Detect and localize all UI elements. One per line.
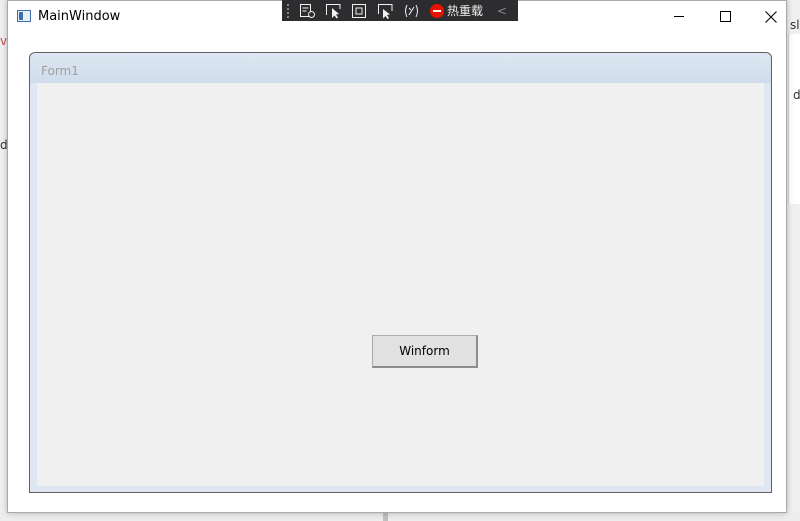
display-adorners-icon <box>351 3 366 18</box>
maximize-icon <box>719 11 731 22</box>
track-focus-button[interactable] <box>376 2 394 19</box>
maximize-button[interactable] <box>702 1 748 32</box>
select-element-button[interactable] <box>324 2 342 19</box>
binding-failures-button[interactable] <box>402 2 420 19</box>
minimize-button[interactable] <box>656 1 702 32</box>
background-text-fragment: d <box>793 88 800 102</box>
binding-failures-icon <box>404 4 418 17</box>
background-bottom-strip <box>0 513 800 521</box>
toolbar-grip[interactable] <box>286 3 290 18</box>
hot-reload-label: 热重载 <box>447 4 484 18</box>
hot-reload-button[interactable]: 热重载 <box>430 2 483 19</box>
live-visual-tree-button[interactable] <box>298 2 316 19</box>
xaml-debug-toolbar: 热重载 < <box>282 0 518 21</box>
track-focus-icon <box>377 3 392 19</box>
minimize-icon <box>673 16 684 17</box>
form1-title-bar[interactable]: Form1 <box>30 53 771 83</box>
window-title: MainWindow <box>38 9 121 24</box>
form1-client-area: Winform <box>37 83 764 486</box>
main-window: MainWindow Form1 Winform <box>7 0 787 513</box>
background-page-edge <box>788 34 800 204</box>
select-element-icon <box>325 3 340 18</box>
close-button[interactable] <box>748 1 794 32</box>
winform-button[interactable]: Winform <box>372 335 478 368</box>
close-icon <box>765 10 777 23</box>
app-icon <box>17 10 31 22</box>
form1-window: Form1 Winform <box>29 52 772 493</box>
form1-title: Form1 <box>41 64 79 78</box>
live-visual-tree-icon <box>299 3 315 18</box>
stop-icon <box>430 3 444 18</box>
collapse-toolbar-icon[interactable]: < <box>497 4 507 18</box>
display-adorners-button[interactable] <box>350 2 368 19</box>
